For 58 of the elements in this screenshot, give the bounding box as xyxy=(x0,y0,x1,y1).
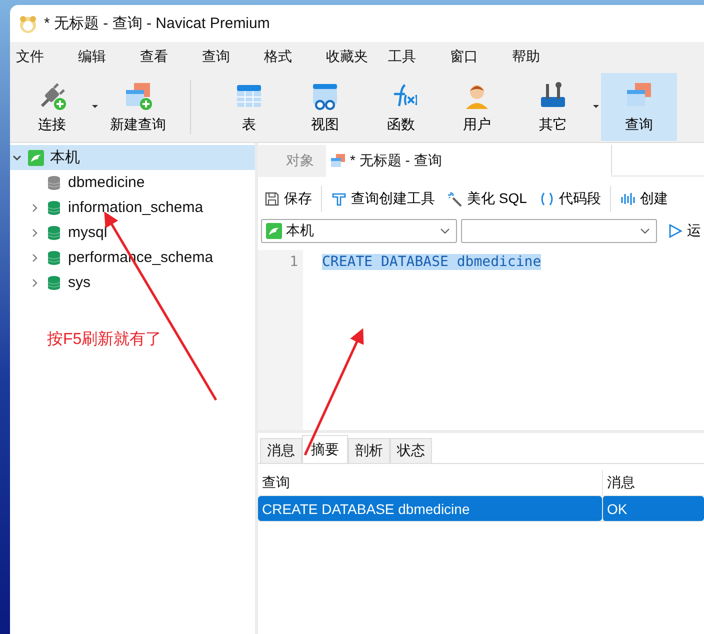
chevron-down-icon xyxy=(440,228,450,234)
table-cell[interactable]: CREATE DATABASE dbmedicine xyxy=(258,496,602,521)
parentheses-icon xyxy=(538,191,555,207)
tree-item[interactable]: information_schema xyxy=(10,195,255,220)
toolbar-button[interactable]: 用户 xyxy=(439,73,515,141)
tab[interactable]: 消息 xyxy=(260,438,302,463)
chevron-icon[interactable] xyxy=(30,252,40,262)
tab[interactable]: 摘要 xyxy=(302,435,348,463)
annotation-text: 按F5刷新就有了 xyxy=(47,330,162,350)
hammer-icon xyxy=(331,191,347,207)
query-icon xyxy=(330,153,346,169)
chevron-icon[interactable] xyxy=(12,152,22,162)
connection-select[interactable]: 本机 xyxy=(261,219,457,243)
menu-item[interactable]: 查看 xyxy=(140,48,202,66)
menu-item[interactable]: 文件 xyxy=(16,48,78,66)
column-header[interactable]: 消息 xyxy=(602,470,704,495)
table-cell[interactable]: OK xyxy=(602,496,704,521)
tree-item[interactable]: dbmedicine xyxy=(10,170,255,195)
chevron-icon[interactable] xyxy=(30,202,40,212)
chevron-down-icon xyxy=(640,228,650,234)
menu-item[interactable]: 格式 xyxy=(264,48,326,66)
menu-item[interactable]: 帮助 xyxy=(512,48,574,66)
toolbar-button[interactable]: 保存 xyxy=(258,185,318,213)
dropdown-caret-icon[interactable] xyxy=(593,105,599,109)
toolbar-button[interactable]: 查询创建工具 xyxy=(325,185,441,213)
toolbar-button[interactable]: 新建查询 xyxy=(100,73,176,141)
menu-item[interactable]: 工具 xyxy=(388,48,450,66)
tab[interactable]: * 无标题 - 查询 xyxy=(326,145,611,177)
menu-item[interactable]: 编辑 xyxy=(78,48,140,66)
run-button[interactable]: 运 xyxy=(661,219,704,243)
play-icon xyxy=(667,223,683,239)
tree-item[interactable]: 本机 xyxy=(10,145,255,170)
toolbar-button[interactable]: 其它 xyxy=(515,73,591,141)
dropdown-caret-icon[interactable] xyxy=(92,105,98,109)
toolbar-button[interactable]: 创建 xyxy=(614,185,674,213)
menu-item[interactable]: 收藏夹 xyxy=(326,48,388,66)
toolbar-button[interactable]: 连接 xyxy=(14,73,90,141)
toolbar-button[interactable]: 视图 xyxy=(287,73,363,141)
magic-wand-icon xyxy=(447,191,463,207)
tree-item[interactable]: mysql xyxy=(10,220,255,245)
line-number: 1 xyxy=(288,254,298,270)
toolbar-button[interactable]: 代码段 xyxy=(532,185,607,213)
tab[interactable]: 状态 xyxy=(390,438,432,463)
toolbar-button[interactable]: 函数 xyxy=(363,73,439,141)
chevron-icon[interactable] xyxy=(30,278,40,288)
column-header[interactable]: 查询 xyxy=(258,470,602,495)
window-title: * 无标题 - 查询 - Navicat Premium xyxy=(44,14,270,33)
chart-bars-icon xyxy=(620,191,636,207)
chevron-icon[interactable] xyxy=(30,228,40,238)
menu-item[interactable]: 窗口 xyxy=(450,48,512,66)
tab[interactable]: 剖析 xyxy=(348,438,390,463)
database-select[interactable] xyxy=(461,219,657,243)
toolbar-button[interactable]: 查询 xyxy=(601,73,677,141)
tree-item[interactable]: sys xyxy=(10,270,255,295)
toolbar-button[interactable]: 表 xyxy=(211,73,287,141)
menu-item[interactable]: 查询 xyxy=(202,48,264,66)
app-logo-icon xyxy=(18,14,38,34)
toolbar-button[interactable]: 美化 SQL xyxy=(441,185,533,213)
